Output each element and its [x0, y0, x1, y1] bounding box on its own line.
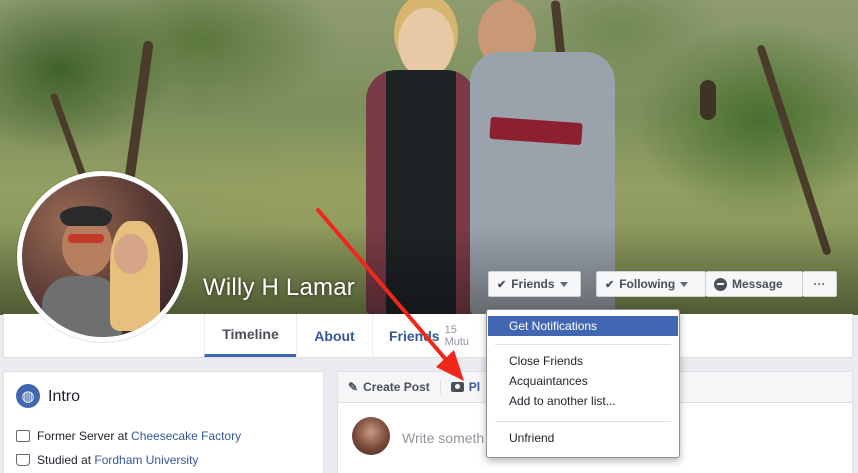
checkmark-icon: ✔	[497, 278, 507, 291]
create-post-label: Create Post	[363, 380, 430, 394]
message-button-label: Message	[732, 277, 783, 291]
intro-work-row: Former Server at Cheesecake Factory	[16, 429, 241, 443]
tab-timeline-label: Timeline	[222, 326, 279, 342]
menu-item-close-friends[interactable]: Close Friends	[488, 351, 678, 371]
pencil-icon: ✎	[348, 380, 359, 394]
photo-video-tab[interactable]: Pl	[450, 380, 481, 394]
chevron-down-icon	[559, 281, 568, 287]
composer-avatar	[352, 417, 390, 455]
more-options-button[interactable]: ···	[803, 271, 837, 297]
menu-item-add-to-list[interactable]: Add to another list...	[488, 391, 678, 411]
tab-about-label: About	[314, 327, 355, 344]
menu-item-acquaintances[interactable]: Acquaintances	[488, 371, 678, 391]
following-button-label: Following	[619, 277, 676, 291]
intro-education-row: Studied at Fordham University	[16, 453, 198, 467]
chevron-down-icon	[680, 281, 689, 287]
briefcase-icon	[16, 430, 30, 442]
tab-friends-label: Friends	[389, 327, 440, 344]
checkmark-icon: ✔	[605, 278, 615, 291]
photo-video-label: Pl	[468, 380, 481, 394]
messenger-icon	[714, 277, 727, 291]
mutual-friends-count: 15 Mutu	[444, 323, 470, 348]
more-icon: ···	[813, 277, 826, 291]
school-link[interactable]: Fordham University	[94, 453, 198, 467]
intro-title: Intro	[48, 388, 81, 405]
menu-item-unfriend[interactable]: Unfriend	[488, 428, 678, 448]
friends-button-label: Friends	[511, 277, 555, 291]
camera-icon	[450, 382, 464, 392]
create-post-tab[interactable]: ✎ Create Post	[348, 380, 430, 394]
composer-input[interactable]: Write someth	[402, 430, 484, 446]
graduation-cap-icon	[16, 454, 30, 466]
following-button[interactable]: ✔ Following	[596, 271, 706, 297]
friends-dropdown-menu: Get Notifications Close Friends Acquaint…	[486, 309, 680, 458]
tab-timeline[interactable]: Timeline	[204, 314, 296, 357]
menu-item-get-notifications[interactable]: Get Notifications	[488, 316, 678, 336]
intro-card: ◍ Intro Former Server at Cheesecake Fact…	[3, 371, 324, 473]
tab-friends[interactable]: Friends 15 Mutu	[372, 314, 492, 357]
workplace-link[interactable]: Cheesecake Factory	[131, 429, 241, 443]
profile-avatar[interactable]	[17, 171, 188, 342]
tab-about[interactable]: About	[296, 314, 372, 357]
intro-work-prefix: Former Server at	[37, 429, 132, 443]
intro-education-prefix: Studied at	[37, 453, 95, 467]
globe-icon: ◍	[16, 384, 40, 408]
friends-button[interactable]: ✔ Friends	[488, 271, 581, 297]
message-button[interactable]: Message	[706, 271, 803, 297]
profile-name[interactable]: Willy H Lamar	[203, 274, 355, 302]
